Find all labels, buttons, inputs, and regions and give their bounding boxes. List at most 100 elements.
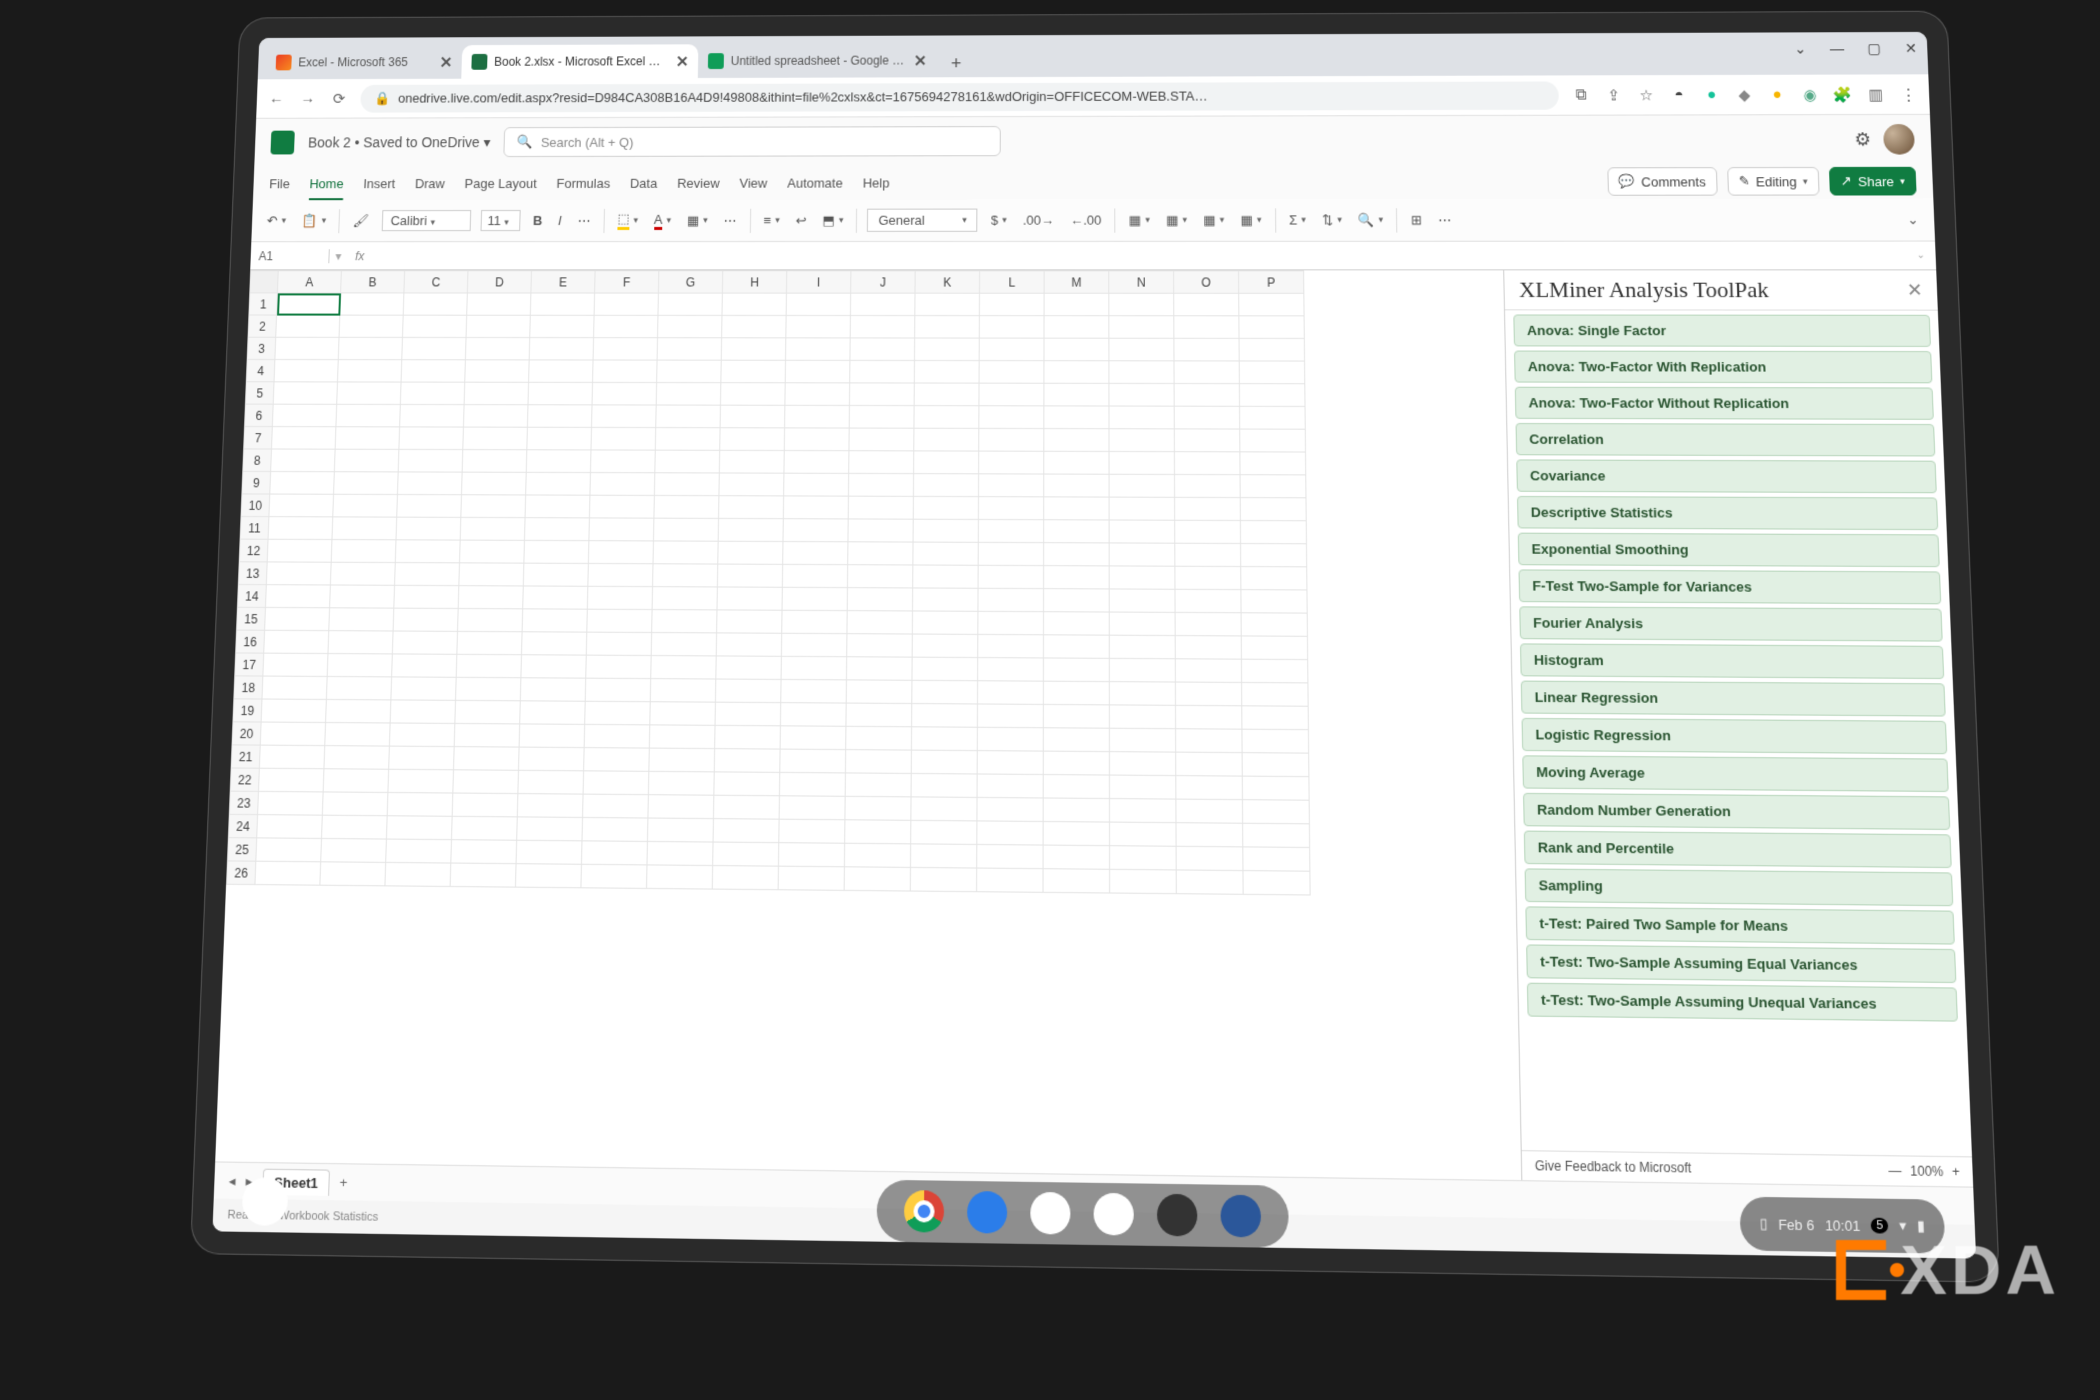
cell[interactable]	[467, 293, 531, 315]
cell[interactable]	[592, 382, 657, 405]
cell[interactable]	[261, 699, 326, 722]
column-header[interactable]: H	[722, 271, 786, 293]
nav-reload-icon[interactable]: ⟳	[329, 89, 349, 107]
font-select[interactable]: Calibri ▾	[381, 210, 471, 231]
cell[interactable]	[582, 817, 648, 841]
column-header[interactable]: P	[1239, 271, 1304, 293]
cell[interactable]	[394, 585, 459, 608]
tab-close-icon[interactable]	[676, 55, 688, 67]
cell[interactable]	[1044, 566, 1110, 589]
conditional-format-button[interactable]: ▦▾	[1126, 212, 1153, 228]
cell[interactable]	[850, 316, 915, 338]
analysis-tool-button[interactable]: Linear Regression	[1521, 681, 1946, 717]
cell[interactable]	[588, 541, 653, 564]
cell[interactable]	[517, 794, 583, 818]
cell[interactable]	[400, 382, 464, 405]
row-header[interactable]: 24	[228, 814, 257, 838]
cell[interactable]	[784, 428, 849, 451]
cell[interactable]	[715, 725, 781, 749]
cell[interactable]	[1109, 429, 1174, 452]
cell[interactable]	[256, 838, 322, 862]
cell[interactable]	[778, 866, 844, 890]
row-header[interactable]: 10	[241, 494, 270, 517]
column-header[interactable]: L	[979, 271, 1044, 293]
cell[interactable]	[914, 451, 979, 474]
cell[interactable]	[519, 724, 585, 748]
cell[interactable]	[913, 474, 978, 497]
cell[interactable]	[1109, 451, 1174, 474]
cell[interactable]	[913, 542, 978, 565]
cell[interactable]	[1175, 682, 1241, 706]
feedback-link[interactable]: Give Feedback to Microsoft	[1535, 1158, 1692, 1176]
format-painter-button[interactable]: 🖌	[349, 213, 372, 229]
cell[interactable]	[586, 655, 651, 678]
cell[interactable]	[1175, 497, 1241, 520]
row-header[interactable]: 25	[228, 838, 257, 862]
ribbon-tab-help[interactable]: Help	[863, 175, 890, 190]
cell[interactable]	[1043, 845, 1109, 869]
cell[interactable]	[387, 792, 453, 816]
cell[interactable]	[593, 360, 658, 383]
cell[interactable]	[1241, 659, 1308, 683]
select-all-corner[interactable]	[250, 271, 278, 293]
cell[interactable]	[461, 472, 526, 495]
cell[interactable]	[784, 473, 849, 496]
ext-wallet-icon[interactable]: ◆	[1734, 84, 1755, 104]
cell[interactable]	[912, 704, 978, 728]
row-header[interactable]: 21	[231, 745, 260, 768]
comments-button[interactable]: 💬 Comments	[1607, 167, 1718, 196]
cell[interactable]	[783, 541, 848, 564]
cell[interactable]	[1241, 613, 1307, 637]
cell[interactable]	[780, 726, 846, 750]
address-bar[interactable]: 🔒 onedrive.live.com/edit.aspx?resid=D984…	[360, 81, 1559, 112]
cell[interactable]	[1242, 776, 1309, 800]
cell[interactable]	[654, 495, 719, 518]
analysis-tool-button[interactable]: Rank and Percentile	[1524, 831, 1952, 869]
cell[interactable]	[914, 338, 979, 361]
cell[interactable]	[1109, 728, 1175, 752]
bookmark-icon[interactable]: ☆	[1636, 85, 1657, 105]
cell[interactable]	[1043, 728, 1109, 752]
user-avatar[interactable]	[1883, 124, 1915, 155]
row-header[interactable]: 3	[247, 337, 276, 359]
cell[interactable]	[392, 654, 457, 677]
cell[interactable]	[1241, 543, 1307, 566]
cell[interactable]	[594, 315, 658, 337]
cell[interactable]	[583, 771, 649, 795]
cell[interactable]	[465, 360, 529, 382]
cell[interactable]	[850, 293, 915, 315]
window-maximize-icon[interactable]: ▢	[1863, 38, 1884, 58]
cell[interactable]	[1239, 384, 1305, 407]
wrap-text-button[interactable]: ↩	[793, 212, 810, 228]
cell[interactable]	[397, 494, 462, 517]
extensions-icon[interactable]: 🧩	[1832, 84, 1853, 104]
undo-button[interactable]: ↶▾	[264, 213, 290, 229]
cell[interactable]	[1240, 429, 1306, 452]
cell[interactable]	[332, 517, 397, 540]
cell[interactable]	[979, 383, 1044, 406]
cell[interactable]	[385, 862, 451, 886]
addins-button[interactable]: ⊞	[1408, 212, 1425, 228]
tab-close-icon[interactable]	[440, 56, 452, 68]
cell[interactable]	[455, 700, 520, 724]
table-style-button[interactable]: ▦▾	[1163, 212, 1190, 228]
cell[interactable]	[1239, 293, 1304, 316]
cell[interactable]	[845, 820, 911, 844]
cell[interactable]	[658, 293, 722, 315]
play-store-icon[interactable]	[1094, 1193, 1134, 1236]
cell[interactable]	[463, 405, 528, 428]
cell[interactable]	[1239, 338, 1305, 361]
cell[interactable]	[338, 337, 402, 359]
insert-cells-button[interactable]: ▦▾	[1237, 212, 1264, 228]
column-header[interactable]: I	[786, 271, 850, 293]
cell[interactable]	[1109, 316, 1174, 339]
cell[interactable]	[655, 450, 720, 473]
cell[interactable]	[652, 610, 717, 633]
cell[interactable]	[1241, 567, 1307, 590]
cell[interactable]	[1174, 429, 1240, 452]
cell[interactable]	[392, 631, 457, 654]
document-title[interactable]: Book 2 • Saved to OneDrive ▾	[308, 134, 491, 151]
cell[interactable]	[850, 338, 915, 361]
ribbon-tab-formulas[interactable]: Formulas	[556, 175, 610, 190]
cell[interactable]	[456, 677, 521, 700]
